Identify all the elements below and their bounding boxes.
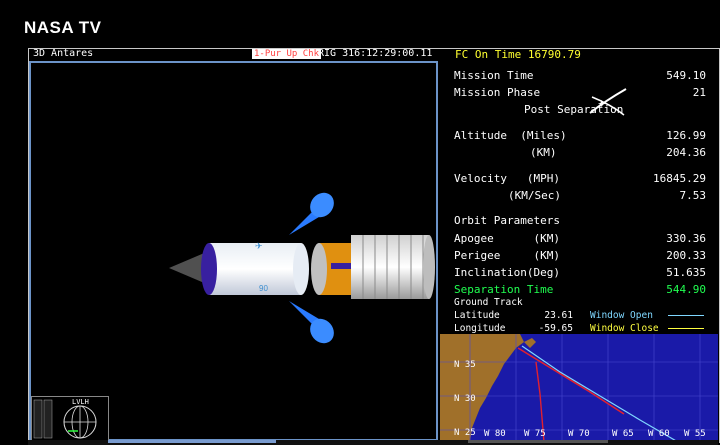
lon-label-70: W 70 [568,429,590,439]
telemetry-panel: Mission Time 549.10 Mission Phase 21 Pos… [440,61,718,334]
latitude-value: 23.61 [544,310,573,321]
mission-time-value: 549.10 [666,69,706,82]
svg-text:✈: ✈ [255,241,263,251]
ground-track-label: Ground Track [454,297,523,308]
nasa-logo-icon: ✦ [589,88,627,116]
fc-on-time: FC On Time 16790.79 [455,48,581,61]
lon-label-75: W 75 [524,429,546,439]
perigee-label: Perigee (KM) [454,249,560,262]
inclination-value: 51.635 [666,266,706,279]
lon-label-80: W 80 [484,429,506,439]
window-open-track [521,345,679,442]
velocity-kms-label: (KM/Sec) [508,189,561,202]
altitude-km-label: (KM) [530,146,557,159]
view-label: 3D Antares [33,48,94,59]
map-canvas [440,334,718,442]
spacecraft-render: ✈ 90 [169,192,435,344]
inclination-label: Inclination(Deg) [454,266,560,279]
ground-track-map[interactable]: N 35 N 30 N 25 W 80 W 75 W 70 W 65 W 60 … [440,334,718,442]
nasa-tv-logo: NASA TV [24,18,102,37]
svg-text:90: 90 [259,284,268,293]
window-open-label: Window Open [590,310,653,321]
velocity-kms-value: 7.53 [679,189,707,202]
land-mass [440,334,524,442]
separation-time-value: 544.90 [666,283,706,296]
mission-phase-label: Mission Phase [454,86,541,99]
svg-text:✦: ✦ [598,99,606,109]
lat-label-35: N 35 [454,360,476,370]
apogee-label: Apogee (KM) [454,232,560,245]
attitude-indicator: LVLH [31,396,109,442]
lon-label-55: W 55 [684,429,706,439]
separation-time-label: Separation Time [454,283,554,296]
lon-label-60: W 60 [648,429,670,439]
altitude-miles-value: 126.99 [666,129,706,142]
window-close-label: Window Close [590,323,659,334]
perigee-value: 200.33 [666,249,706,262]
bottom-bar-segment-1 [108,440,276,443]
bottom-bar [28,440,718,445]
longitude-label: Longitude [454,323,506,334]
lat-label-25: N 25 [454,428,476,438]
mission-clock: RIG 316:12:29:00.11 [318,48,433,59]
velocity-mph-label: Velocity (MPH) [454,172,560,185]
orbit-parameters-heading: Orbit Parameters [454,214,560,227]
window-close-swatch [668,328,704,329]
window-open-swatch [668,315,704,316]
bottom-bar-segment-2 [468,440,608,443]
lon-label-65: W 65 [612,429,634,439]
status-flag: 1-Pur Up Chk [252,49,322,59]
3d-viewport[interactable]: ✈ 90 LVLH [29,61,438,442]
altitude-miles-label: Altitude (Miles) [454,129,567,142]
mission-phase-value: 21 [692,86,706,99]
velocity-mph-value: 16845.29 [653,172,706,185]
mission-time-label: Mission Time [454,69,534,82]
latitude-label: Latitude [454,310,500,321]
altitude-km-value: 204.36 [666,146,706,159]
longitude-value: -59.65 [538,323,573,334]
apogee-value: 330.36 [666,232,706,245]
lvlh-label: LVLH [72,398,89,406]
lat-label-30: N 30 [454,394,476,404]
